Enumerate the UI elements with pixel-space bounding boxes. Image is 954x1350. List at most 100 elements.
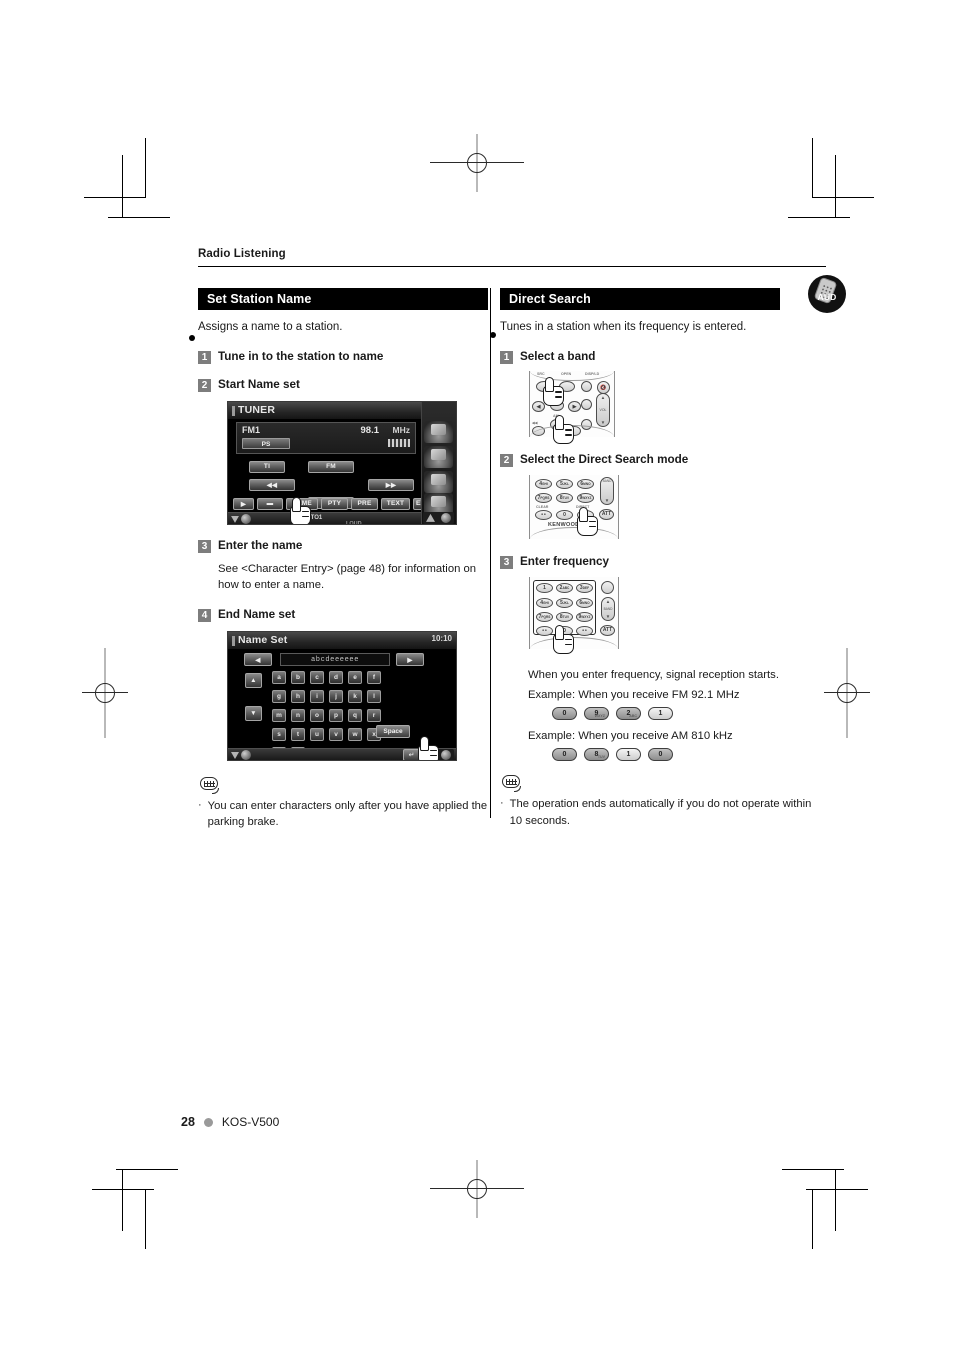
source-menu-icon[interactable] <box>424 420 453 443</box>
remote-att-button[interactable]: ATT <box>600 624 615 636</box>
remote-band-rocker[interactable]: ▲ BAND ▼ <box>601 596 615 621</box>
func-pre-button[interactable]: PRE <box>351 497 378 510</box>
char-key[interactable]: m <box>272 709 286 723</box>
name-entry-field[interactable]: abcdeeeeee <box>280 653 390 667</box>
step-number-badge: 4 <box>198 609 211 623</box>
remote-seek-up-button[interactable]: ▶ <box>568 401 581 413</box>
remote-open-button[interactable] <box>559 381 575 393</box>
volume-up-control[interactable] <box>423 749 454 761</box>
char-key[interactable]: a <box>272 671 286 685</box>
volume-down-control[interactable] <box>230 750 252 761</box>
remote-key-4[interactable]: 4 GHI <box>535 478 552 489</box>
space-key[interactable]: Space <box>376 725 410 739</box>
remote-fm-band-button[interactable] <box>550 400 564 412</box>
cursor-right-button[interactable]: ▶ <box>396 653 424 667</box>
remote-att-button[interactable]: ATT <box>599 508 614 520</box>
char-key[interactable]: b <box>291 671 305 685</box>
step-1-select-a-band: 1 Select a band <box>500 350 826 365</box>
char-key[interactable]: u <box>310 728 324 742</box>
remote-key-7[interactable]: 7 PQRS <box>535 492 552 503</box>
tune-down-button[interactable]: ◀◀ <box>249 478 295 491</box>
remote-key-0[interactable]: 0 <box>556 625 573 636</box>
char-key[interactable]: w <box>348 728 362 742</box>
manual-page: Radio Listening Set Station Name Assigns… <box>0 0 954 1350</box>
tuner-screen-body: FM1 98.1 MHz PS TI FM ◀◀ ▶▶ AM ▶ ▬ NAME … <box>228 419 445 524</box>
char-key[interactable]: d <box>329 671 343 685</box>
remote-disp-button[interactable] <box>581 381 592 393</box>
char-key[interactable]: o <box>310 709 324 723</box>
ti-button[interactable]: TI <box>249 460 285 473</box>
remote-direct-button[interactable] <box>577 509 594 520</box>
char-key[interactable]: c <box>310 671 324 685</box>
char-key[interactable]: n <box>291 709 305 723</box>
volume-down-control[interactable] <box>230 513 252 524</box>
tune-up-button[interactable]: ▶▶ <box>368 478 414 491</box>
note-list-item: · The operation ends automatically if yo… <box>500 796 826 828</box>
remote-band-rocker[interactable]: BAND ▼ <box>600 476 614 505</box>
char-key[interactable]: r <box>367 709 381 723</box>
func-name-button[interactable]: NAME <box>286 497 318 510</box>
fm-button[interactable]: FM <box>308 460 354 473</box>
char-key[interactable]: f <box>367 671 381 685</box>
key-chip: 0 <box>552 707 577 721</box>
char-key[interactable]: v <box>329 728 343 742</box>
char-key[interactable]: e <box>348 671 362 685</box>
step-3-enter-the-name: 3 Enter the name <box>198 539 488 554</box>
func-play-button[interactable]: ▶ <box>233 497 254 510</box>
scroll-down-button[interactable]: ▼ <box>245 706 262 722</box>
char-key[interactable]: h <box>291 690 305 704</box>
remote-seek-down-button[interactable]: ◀ <box>532 401 545 413</box>
volume-up-control[interactable] <box>423 511 454 524</box>
band-label: FM1 <box>242 424 260 435</box>
func-prev-button[interactable]: ▬ <box>257 497 283 510</box>
char-key[interactable]: p <box>329 709 343 723</box>
example-am-key-sequence: 0 8 TUV 1 0 <box>552 748 826 762</box>
remote-top-round-button[interactable] <box>601 580 614 594</box>
remote-volume-rocker[interactable]: ▲ VOL ▼ <box>596 393 610 428</box>
remote-key-2[interactable]: 2 ABC <box>556 582 573 593</box>
remote-scan-button[interactable] <box>581 399 592 411</box>
scroll-up-button[interactable]: ▲ <box>245 673 262 689</box>
remote-key-6[interactable]: 6 MNO <box>576 597 593 608</box>
func-pty-button[interactable]: PTY <box>321 497 348 510</box>
char-key[interactable]: i <box>310 690 324 704</box>
screen-title: TUNER <box>231 403 276 416</box>
char-key[interactable]: s <box>272 728 286 742</box>
remote-key-0[interactable]: 0 <box>556 509 573 520</box>
remote-key-1[interactable]: 1 <box>536 582 553 593</box>
char-key[interactable]: t <box>291 728 305 742</box>
crop-mark-bottom-right-h <box>806 1189 868 1190</box>
remote-key-5[interactable]: 5 JKL <box>556 597 573 608</box>
remote-key-9[interactable]: 9 WXYZ <box>577 492 594 503</box>
note-bullet: · <box>198 799 202 812</box>
remote-key-8[interactable]: 8 TUV <box>556 611 573 622</box>
step-title: Select the Direct Search mode <box>520 453 689 467</box>
crop-mark-bottom-right-v2 <box>835 1169 836 1231</box>
enter-key[interactable]: ↵ <box>403 749 420 761</box>
remote-clear-button[interactable]: • • <box>535 509 552 520</box>
char-key[interactable]: g <box>272 690 286 704</box>
key-chip: 0 <box>648 748 673 762</box>
remote-key-4[interactable]: 4 GHI <box>536 597 553 608</box>
remote-src-button[interactable] <box>536 381 552 393</box>
audio-setup-icon[interactable] <box>424 470 453 493</box>
char-key[interactable]: q <box>348 709 362 723</box>
remote-direct-button[interactable]: • • <box>576 625 593 636</box>
remote-key-8[interactable]: 8 TUV <box>556 492 573 503</box>
char-key[interactable]: j <box>329 690 343 704</box>
remote-key-5[interactable]: 5 JKL <box>556 478 573 489</box>
av-in-icon[interactable] <box>424 445 453 468</box>
remote-key-3[interactable]: 3 DEF <box>576 582 593 593</box>
char-key[interactable]: k <box>348 690 362 704</box>
remote-key-6[interactable]: 6 MNO <box>577 478 594 489</box>
func-text-button[interactable]: TEXT <box>381 497 410 510</box>
ps-button[interactable]: PS <box>242 437 290 449</box>
char-key[interactable]: l <box>367 690 381 704</box>
column-divider <box>490 288 491 818</box>
cursor-left-button[interactable]: ◀ <box>244 653 272 667</box>
registration-mark-left <box>82 648 128 738</box>
remote-clear-button[interactable]: • • <box>536 625 553 636</box>
remote-key-9[interactable]: 9 WXYZ <box>576 611 593 622</box>
remote-key-7[interactable]: 7 PQRS <box>536 611 553 622</box>
name-set-body: ◀ abcdeeeeee ▶ ▲ ▼ a b c d e f g h i j k <box>228 649 456 761</box>
